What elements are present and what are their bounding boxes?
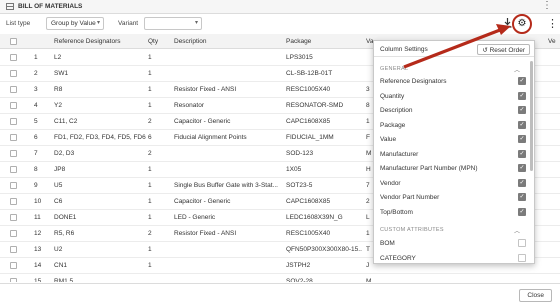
- dialog-footer: Close: [0, 283, 560, 305]
- annotation-arrow: [403, 24, 511, 69]
- close-button[interactable]: Close: [519, 289, 552, 302]
